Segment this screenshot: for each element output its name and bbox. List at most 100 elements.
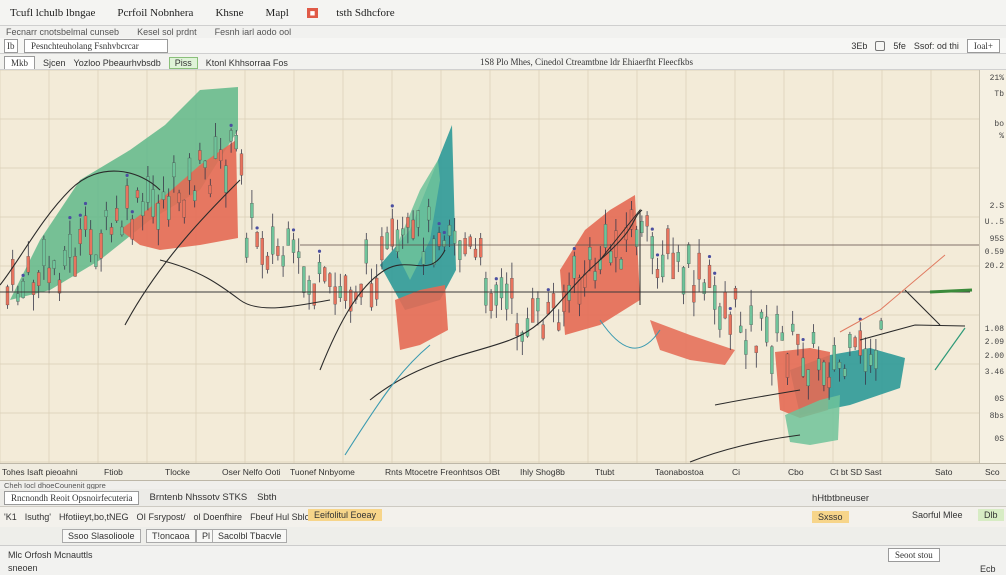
tab-item[interactable]: Ssoo Slasolioole — [62, 529, 141, 543]
candle-body — [494, 284, 498, 306]
toolbar-item[interactable]: 5fe — [893, 41, 906, 51]
axis-label: 2.00 — [984, 352, 1004, 361]
tab-item[interactable]: Sacolbl Tbacvle — [212, 529, 288, 543]
candle-body — [811, 332, 816, 344]
candle-body — [765, 316, 769, 343]
candle-body — [395, 229, 400, 252]
candle-body — [42, 239, 46, 266]
candle-body — [671, 252, 675, 280]
candle-body — [879, 320, 883, 330]
signal-dot — [713, 271, 717, 275]
order-panel-label[interactable]: Sbth — [257, 492, 277, 503]
signal-dot — [442, 230, 446, 235]
axis-label: U..5 — [984, 218, 1004, 227]
submenu-item[interactable]: Kesel sol prdnt — [137, 27, 197, 37]
candle-body — [785, 353, 790, 378]
time-axis[interactable]: Tohes Isaft pieoahni Ftiob Tlocke Oser N… — [0, 463, 1006, 481]
candle-body — [291, 239, 296, 253]
order-panel-user[interactable]: hHtbtbneuser — [812, 493, 869, 504]
candle-body — [863, 348, 868, 372]
order-row[interactable]: 'K1 Isuthg' Hfotiieyt,bo,tNEG OI Fsrypos… — [0, 507, 1006, 527]
candle-body — [447, 224, 452, 236]
candle-body — [57, 279, 62, 294]
time-label: Tlocke — [165, 467, 191, 477]
candle-body — [546, 301, 550, 315]
symbol-label[interactable]: Yozloo Pbeaurhvbsdb — [74, 58, 161, 68]
axis-label: 20.2 — [984, 262, 1004, 271]
toolbar-prefix[interactable]: Ib — [4, 38, 18, 53]
candle-body — [770, 346, 774, 374]
candle-body — [744, 340, 748, 355]
menu-item-map[interactable]: Mapl — [262, 5, 293, 21]
candle-body — [619, 259, 623, 270]
square-icon[interactable] — [875, 40, 886, 51]
toolbar-item[interactable]: Ssof: od thi — [914, 41, 959, 51]
menu-item-portfolio[interactable]: Pcrfoil Nobnhera — [113, 5, 197, 21]
axis-label: 95S — [989, 235, 1004, 244]
signal-dot — [546, 288, 550, 292]
candle-body — [499, 277, 504, 299]
candle-body — [536, 298, 540, 312]
panel-tabs: Ssoo Slasolioole T!oncaoa Pl Sacolbl Tba… — [0, 527, 1006, 545]
status-field[interactable]: Seoot stou — [888, 548, 940, 562]
candle-body — [5, 286, 10, 306]
candle-body — [219, 149, 223, 161]
trend-line — [839, 254, 946, 333]
menu-bar: Tcufl lchulb lbngae Pcrfoil Nobnhera Khs… — [0, 0, 1006, 26]
menu-item-file[interactable]: Tcufl lchulb lbngae — [6, 5, 99, 21]
submenu-item[interactable]: Fesnh iarl aodo ool — [215, 27, 292, 37]
status-badge[interactable]: Eeifolitul Eoeay — [308, 509, 383, 521]
candle-body — [692, 285, 696, 303]
status-badge[interactable]: Dlb — [978, 509, 1004, 521]
order-panel-title[interactable]: Rncnondh Reoit Opsnoirfecuteria — [4, 490, 140, 505]
candle-body — [255, 232, 259, 247]
signal-dot — [130, 210, 134, 214]
candle-body — [557, 322, 561, 331]
tab-item[interactable]: T!oncaoa — [146, 529, 196, 543]
candle-body — [541, 324, 545, 339]
menu-item-scheduler[interactable]: tsth Sdhcfore — [332, 5, 398, 21]
trend-line — [904, 289, 941, 326]
candle-body — [161, 191, 166, 200]
instrument-search-input[interactable]: Pesnchteuholang Fsnhvbcrcar — [24, 38, 168, 53]
candle-body — [817, 358, 821, 371]
candle-body — [453, 230, 457, 244]
candle-body — [432, 238, 436, 265]
symbol-field[interactable]: Mkb — [4, 56, 36, 69]
candle-body — [848, 334, 852, 348]
toolbar-field[interactable]: Ioal+ — [966, 38, 1000, 53]
axis-label: 2.S — [989, 202, 1004, 211]
time-label: Sato — [935, 467, 953, 477]
candle-body — [239, 153, 244, 176]
price-axis[interactable]: 21% Tb bo % 2.S U..5 95S 0.59 20.2 1.08 … — [979, 70, 1006, 463]
time-label: Ct bt SD Sast — [830, 467, 882, 477]
price-chart[interactable] — [0, 70, 980, 463]
signal-dot — [78, 213, 82, 217]
candle-body — [874, 350, 878, 369]
order-cell: ol Doenfhire — [193, 512, 243, 522]
status-badge[interactable]: Sxsso — [812, 511, 849, 523]
trend-line — [599, 319, 661, 349]
time-label: Rnts Mtocetre Freonhtsos OBt — [385, 467, 500, 477]
candle-body — [16, 293, 20, 302]
trend-line — [859, 324, 966, 341]
signal-dot — [655, 253, 660, 257]
symbol-label[interactable]: Ktonl Khhsorraa Fos — [206, 58, 288, 68]
candle-body — [853, 337, 857, 348]
status-text: Mlc Orfosh Mcnauttls — [8, 550, 93, 560]
submenu-item[interactable]: Fecnarr cnotsbelmal cunseb — [6, 27, 119, 37]
record-icon[interactable]: ■ — [306, 7, 319, 18]
order-cell: OI Fsrypost/ — [136, 512, 186, 522]
symbol-label[interactable]: Sjcen — [43, 58, 66, 68]
candle-body — [203, 160, 207, 168]
order-panel-label[interactable]: Brntenb Nhssotv STKS — [149, 492, 247, 503]
candle-body — [463, 238, 467, 255]
candle-body — [551, 293, 556, 309]
time-label: Ci — [732, 467, 741, 477]
chart-title: 1S8 Plo Mhes, Cinedol Ctreamtbne ldr Ehi… — [480, 57, 693, 67]
indicator-badge[interactable]: Piss — [168, 57, 198, 69]
toolbar-item[interactable]: 3Eb — [851, 41, 867, 51]
menu-item-view[interactable]: Khsne — [211, 5, 247, 21]
candle-body — [286, 228, 290, 246]
candle-body — [37, 272, 41, 286]
